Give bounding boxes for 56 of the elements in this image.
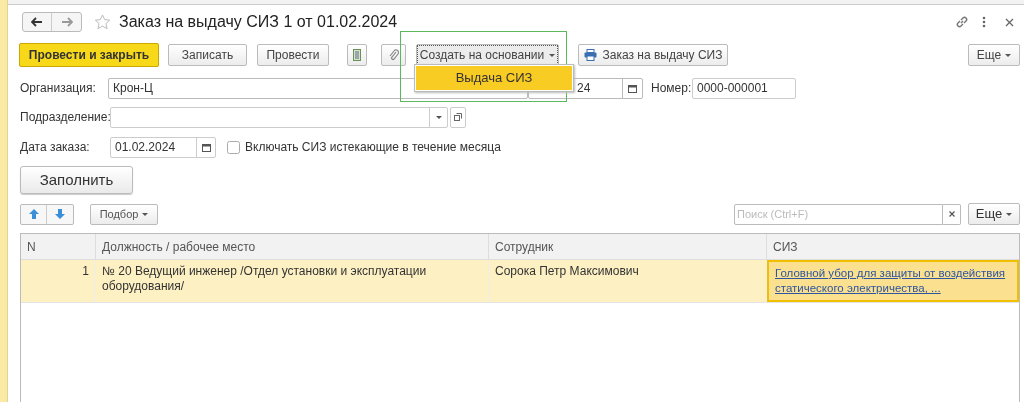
column-header[interactable]: Сотрудник: [489, 234, 767, 259]
number-field[interactable]: 0000-000001: [692, 77, 796, 99]
calendar-icon: [201, 142, 211, 152]
printer-icon: [583, 49, 597, 61]
caret-icon: [1005, 53, 1012, 57]
search-field[interactable]: Поиск (Ctrl+F): [734, 203, 943, 225]
field-value: 24: [576, 80, 592, 97]
paperclip-icon: [388, 49, 399, 61]
toolbar-button[interactable]: Записать: [168, 44, 247, 66]
checkbox-label: Включать СИЗ истекающие в течение месяца: [245, 139, 501, 156]
department-field[interactable]: [110, 106, 448, 128]
caret-icon: [1006, 212, 1013, 216]
arrow-down-icon: [55, 209, 65, 219]
post-and-close-button[interactable]: Провести и закрыть: [19, 43, 159, 67]
cell-text: Сорока Петр Максимович: [495, 264, 639, 278]
more-vertical-icon[interactable]: [982, 16, 986, 28]
item-link[interactable]: Головной убор для защиты от воздействия статического электричества, ...: [775, 266, 1011, 296]
caret-icon: [549, 53, 556, 57]
open-button[interactable]: [450, 106, 466, 128]
field-label: Организация:: [20, 80, 97, 97]
order-date-field[interactable]: 01.02.2024: [110, 136, 216, 158]
checkbox[interactable]: [227, 140, 240, 154]
column-header[interactable]: СИЗ: [767, 234, 1019, 259]
menu-item[interactable]: Выдача СИЗ: [416, 66, 572, 90]
toolbar-button[interactable]: Провести: [257, 44, 329, 66]
column-header[interactable]: Должность / рабочее место: [96, 234, 489, 259]
caret-icon: [142, 212, 149, 216]
close-icon[interactable]: [1005, 17, 1014, 27]
print-button[interactable]: Заказ на выдачу СИЗ: [578, 44, 728, 66]
link-icon[interactable]: [955, 15, 969, 29]
close-icon: [948, 211, 955, 217]
arrow-up-icon: [28, 209, 39, 219]
calendar-icon: [628, 83, 637, 93]
list-button[interactable]: [347, 44, 367, 66]
cell-text: № 20 Ведущий инженер /Отдел установки и эксплуатации оборудования/: [102, 264, 427, 293]
forward-arrow-icon: [60, 17, 73, 27]
more-button[interactable]: Еще: [968, 203, 1020, 225]
field-label: Номер:: [651, 80, 692, 97]
window-title: Заказ на выдачу СИЗ 1 от 01.02.2024: [119, 12, 398, 32]
field-label: Подразделение:: [20, 109, 110, 126]
clear-button[interactable]: [943, 203, 961, 225]
create-based-on-button[interactable]: Создать на основании: [416, 44, 559, 66]
back-arrow-icon: [31, 17, 43, 27]
fill-button[interactable]: Заполнить: [20, 166, 133, 194]
selection-button[interactable]: Подбор: [90, 203, 158, 225]
star-icon[interactable]: [94, 14, 111, 30]
column-header[interactable]: N: [21, 234, 96, 259]
open-window-icon: [454, 113, 462, 121]
list-icon: [353, 49, 361, 61]
cell-text: 1: [81, 264, 89, 279]
attach-button[interactable]: [381, 44, 406, 66]
field-label: Дата заказа:: [20, 139, 91, 156]
table-row[interactable]: 1 № 20 Ведущий инженер /Отдел установки и эксплуатации оборудования/ Сорока Петр Максимович Головной убор для защиты от воздействия статического электричества, ...: [21, 260, 1019, 303]
field-value: 01.02.2024: [114, 139, 177, 156]
more-button[interactable]: Еще: [968, 44, 1020, 66]
dropdown-arrow-icon: [435, 115, 442, 119]
